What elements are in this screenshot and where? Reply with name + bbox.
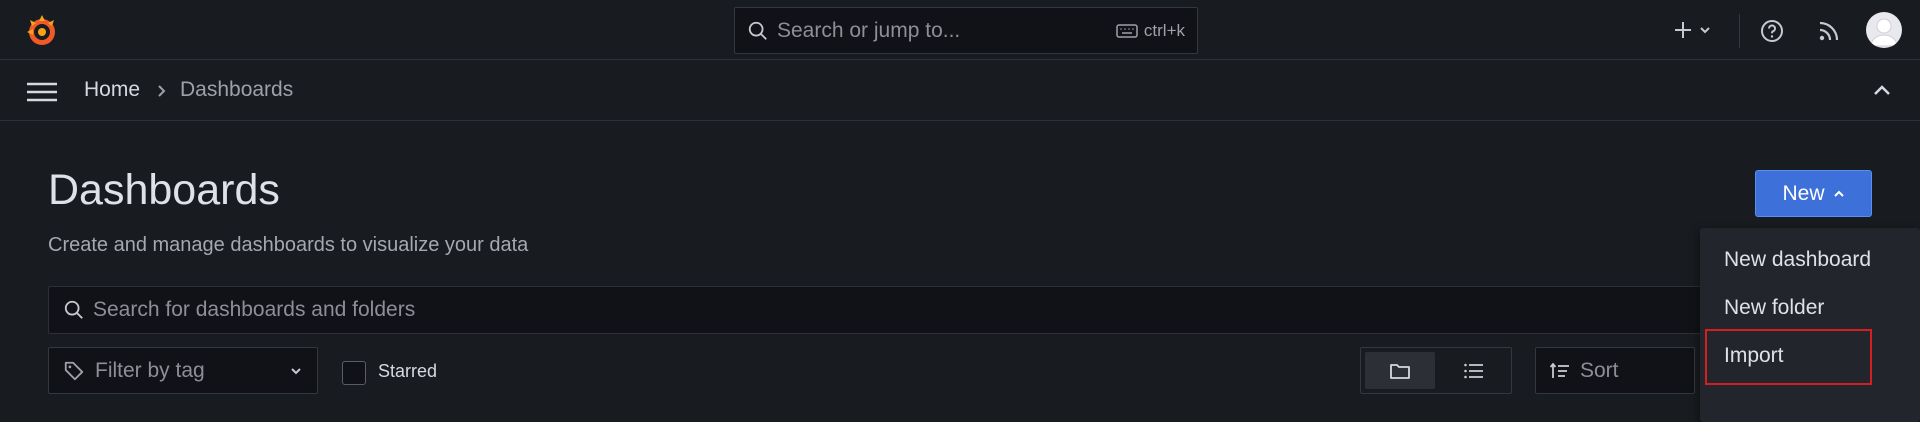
breadcrumb-home[interactable]: Home: [84, 78, 140, 102]
tag-icon: [64, 361, 84, 380]
shortcut-hint: ctrl+k: [1116, 21, 1185, 41]
tag-filter-select[interactable]: Filter by tag: [48, 347, 318, 394]
list-icon: [1464, 363, 1483, 378]
sort-select[interactable]: Sort: [1535, 347, 1695, 394]
add-menu-button[interactable]: [1668, 16, 1716, 44]
breadcrumb-current: Dashboards: [180, 78, 294, 101]
tag-filter-placeholder: Filter by tag: [95, 358, 205, 382]
chevron-down-icon: [1700, 27, 1710, 34]
dashboard-search-input[interactable]: Search for dashboards and folders: [48, 286, 1808, 334]
rss-icon: [1819, 21, 1839, 41]
new-dropdown-menu: New dashboard New folder Import: [1700, 228, 1920, 422]
grafana-logo-icon[interactable]: [24, 13, 60, 49]
news-button[interactable]: [1815, 17, 1843, 45]
chevron-down-icon: [291, 367, 301, 374]
folder-view-button[interactable]: [1365, 352, 1435, 389]
view-toggle: [1360, 347, 1512, 394]
menu-item-new-folder[interactable]: New folder: [1724, 296, 1824, 320]
sort-placeholder: Sort: [1580, 358, 1619, 382]
search-icon: [748, 21, 767, 40]
help-icon: [1761, 20, 1783, 42]
help-button[interactable]: [1758, 17, 1786, 45]
page-subtitle: Create and manage dashboards to visualiz…: [48, 234, 529, 256]
page-title: Dashboards: [48, 166, 280, 214]
global-search-placeholder: Search or jump to...: [777, 18, 961, 42]
chevron-up-icon[interactable]: [1870, 79, 1894, 103]
import-highlight-box: [1705, 329, 1872, 385]
new-button-label: New: [1782, 181, 1825, 205]
dashboard-search-placeholder: Search for dashboards and folders: [93, 298, 416, 321]
chevron-right-icon: [158, 85, 166, 97]
list-view-button[interactable]: [1439, 352, 1509, 389]
user-icon: [1870, 18, 1898, 47]
new-button[interactable]: New: [1755, 170, 1872, 217]
search-icon: [64, 300, 83, 319]
menu-icon[interactable]: [26, 81, 58, 103]
global-search-input[interactable]: Search or jump to... ctrl+k: [734, 7, 1198, 54]
chevron-up-icon: [1833, 190, 1844, 197]
starred-label[interactable]: Starred: [378, 361, 437, 382]
top-bar: Search or jump to... ctrl+k: [0, 0, 1920, 60]
topbar-divider: [1739, 14, 1740, 48]
menu-item-new-dashboard[interactable]: New dashboard: [1724, 248, 1871, 272]
keyboard-icon: [1116, 23, 1138, 38]
shortcut-label: ctrl+k: [1143, 20, 1185, 40]
plus-icon: [1675, 22, 1691, 38]
avatar[interactable]: [1866, 12, 1902, 48]
folder-icon: [1390, 363, 1410, 379]
starred-checkbox[interactable]: [342, 361, 366, 385]
sort-icon: [1550, 362, 1569, 378]
breadcrumb-bar: Home Dashboards: [0, 61, 1920, 121]
